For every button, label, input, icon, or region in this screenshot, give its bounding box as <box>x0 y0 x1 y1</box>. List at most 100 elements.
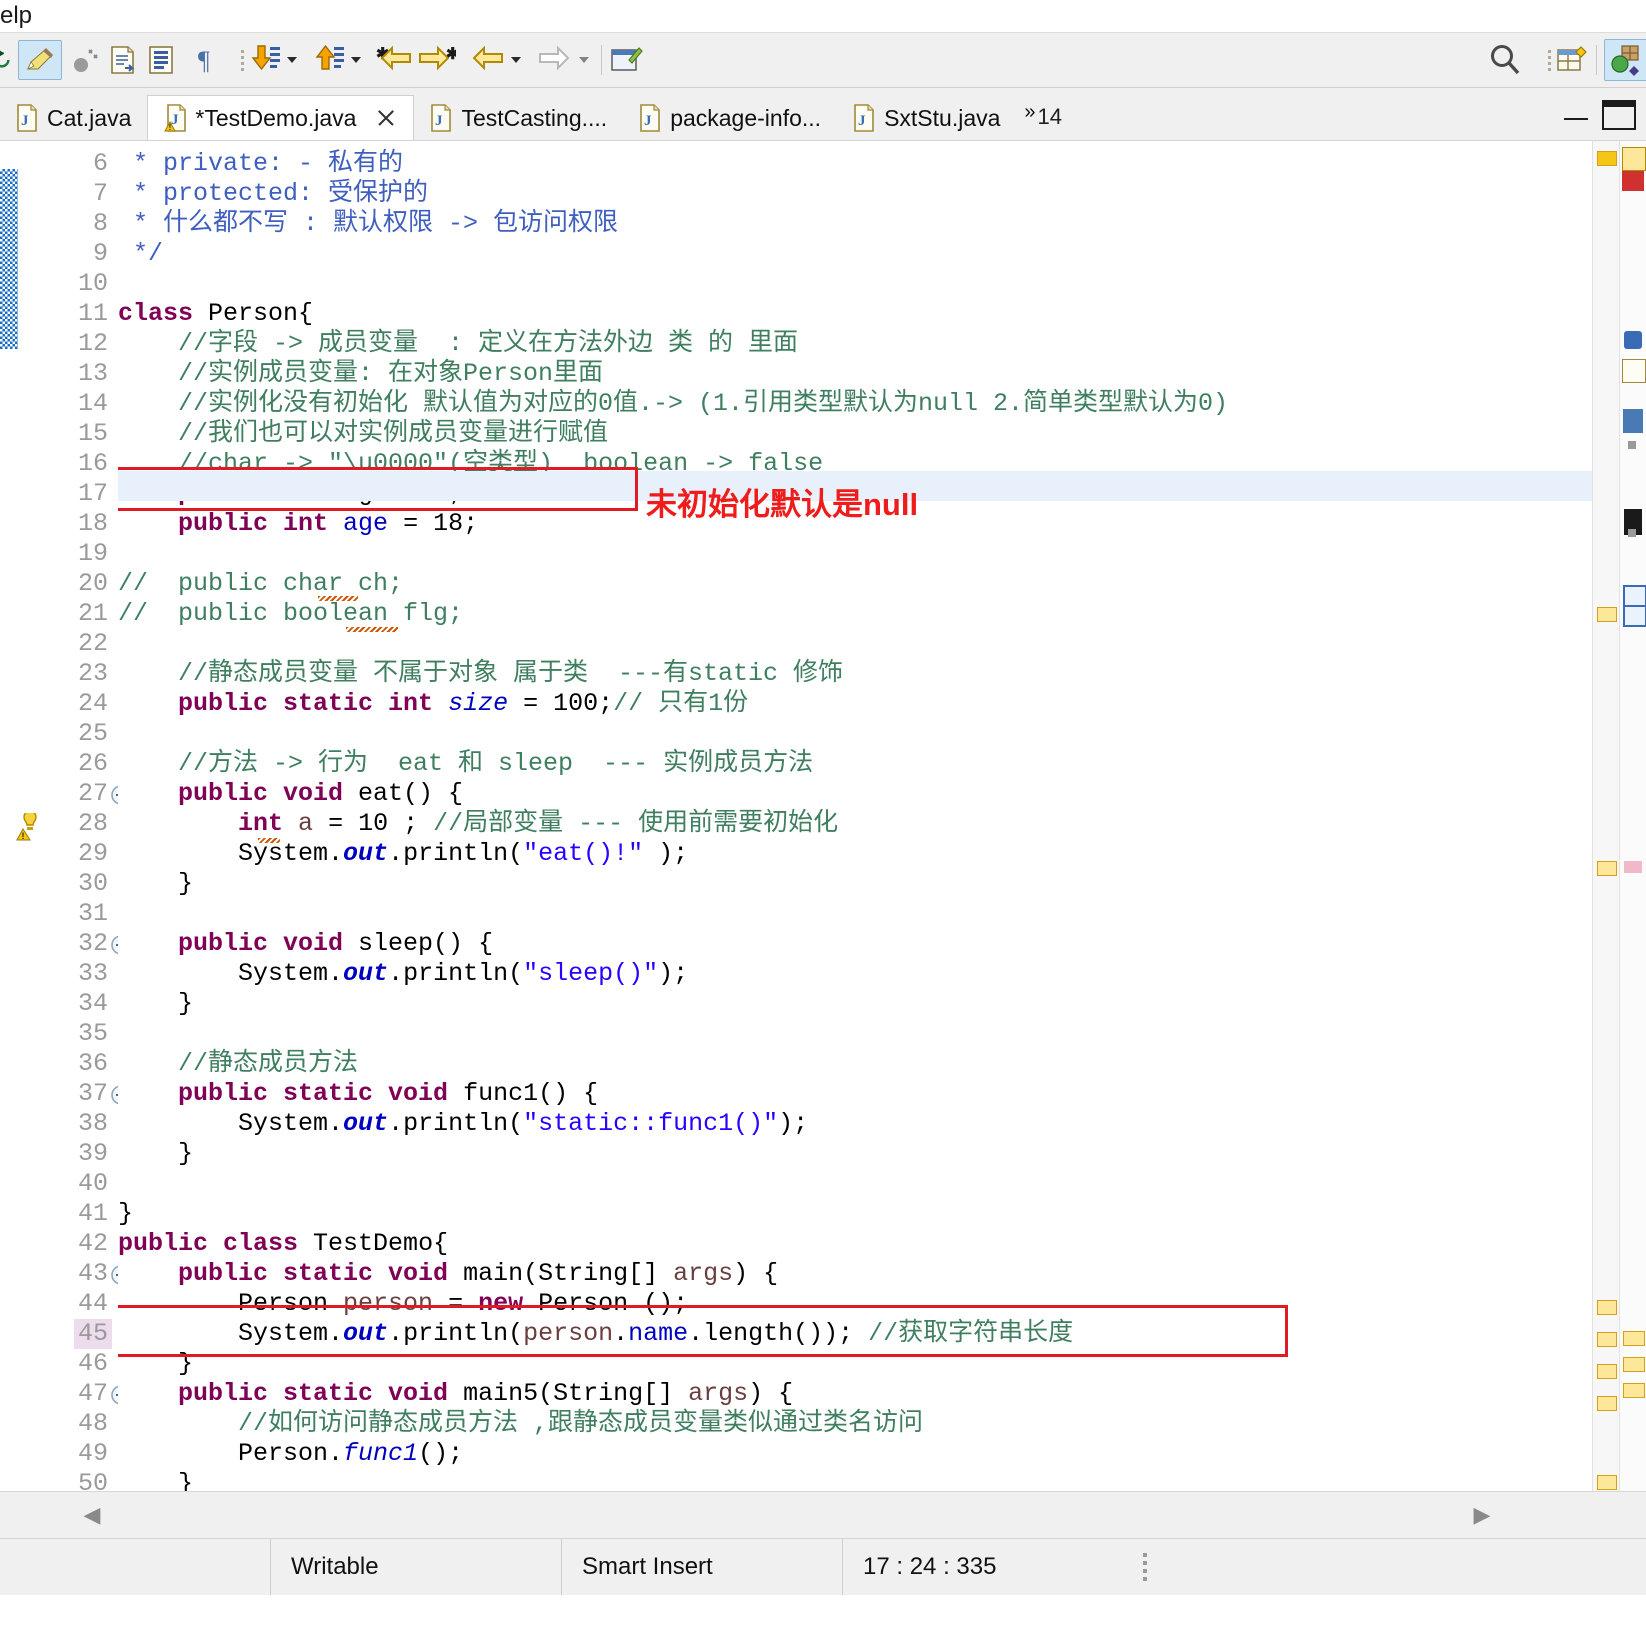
error-marker-icon[interactable] <box>1622 147 1646 171</box>
pink-marker-icon[interactable] <box>1624 861 1642 873</box>
code-line[interactable]: } <box>118 869 193 899</box>
code-line[interactable]: public void eat() { <box>118 779 463 809</box>
blue-marker-icon-2[interactable] <box>1623 605 1646 627</box>
editor-tab-testdemo-java[interactable]: J ! *TestDemo.java <box>147 95 414 140</box>
blue-marker-icon[interactable] <box>1623 585 1646 607</box>
pilcrow-icon[interactable]: ¶ <box>190 40 224 80</box>
back-dropdown-icon[interactable] <box>506 40 526 80</box>
quickfix-warning-icon[interactable]: ! <box>16 813 50 843</box>
code-editor[interactable]: * private: - 私有的 * protected: 受保护的 * 什么都… <box>118 141 1592 1491</box>
code-token <box>118 1379 178 1408</box>
code-token: * 什么都不写 : 默认权限 -> 包访问权限 <box>118 209 618 238</box>
code-line[interactable]: } <box>118 1139 193 1169</box>
next-annotation-icon[interactable] <box>248 40 282 80</box>
forward-dropdown-icon[interactable] <box>574 40 594 80</box>
overview-marker[interactable] <box>1597 1396 1617 1411</box>
code-line[interactable]: } <box>118 1199 133 1229</box>
code-line[interactable]: //实例化没有初始化 默认值为对应的0值.-> (1.引用类型默认为null 2… <box>118 389 1228 419</box>
code-line[interactable]: // public boolean flg; <box>118 599 463 629</box>
open-type-icon[interactable] <box>144 40 178 80</box>
overview-marker[interactable] <box>1597 1475 1617 1490</box>
java-file-icon: J <box>639 104 661 132</box>
scroll-right-arrow-icon[interactable]: ▶ <box>1468 1502 1496 1528</box>
code-line[interactable]: //静态成员方法 <box>118 1049 358 1079</box>
next-annotation-dropdown-icon[interactable] <box>282 40 302 80</box>
code-line[interactable]: public int age = 18; <box>118 509 478 539</box>
code-line[interactable]: //静态成员变量 不属于对象 属于类 ---有static 修饰 <box>118 659 843 689</box>
scroll-left-arrow-icon[interactable]: ◀ <box>78 1502 106 1528</box>
search-icon[interactable] <box>1487 40 1523 80</box>
doc-marker-icon[interactable] <box>1623 409 1643 433</box>
code-line[interactable]: //如何访问静态成员方法 ,跟静态成员变量类似通过类名访问 <box>118 1409 923 1439</box>
overview-marker[interactable] <box>1597 151 1617 166</box>
code-line[interactable]: System.out.println("sleep()"); <box>118 959 688 989</box>
previous-annotation-dropdown-icon[interactable] <box>346 40 366 80</box>
back-icon[interactable] <box>468 40 506 80</box>
new-java-package-icon[interactable] <box>106 40 140 80</box>
code-line[interactable]: public static int size = 100;// 只有1份 <box>118 689 748 719</box>
editor-tab-sxtstu-java[interactable]: J SxtStu.java <box>837 96 1016 140</box>
error-sigma-icon[interactable] <box>1622 171 1644 191</box>
line-number: 33 <box>78 959 108 989</box>
horizontal-scroll-track[interactable] <box>106 1492 1468 1538</box>
code-line[interactable]: System.out.println("eat()!" ); <box>118 839 688 869</box>
code-line[interactable]: //实例成员变量: 在对象Person里面 <box>118 359 603 389</box>
code-line[interactable]: //我们也可以对实例成员变量进行赋值 <box>118 419 608 449</box>
yellow-marker-icon-2[interactable] <box>1623 1357 1645 1372</box>
maximize-icon[interactable] <box>1602 100 1636 130</box>
code-line[interactable]: */ <box>118 239 163 269</box>
code-line[interactable]: * protected: 受保护的 <box>118 179 428 209</box>
forward-icon[interactable] <box>536 40 574 80</box>
status-drag-handle[interactable] <box>1143 1553 1149 1581</box>
last-edit-location-icon[interactable]: ✱ <box>376 40 416 80</box>
yellow-marker-icon[interactable] <box>1623 1331 1645 1346</box>
code-line[interactable]: // public char ch; <box>118 569 403 599</box>
add-marker-icon[interactable] <box>1622 359 1646 383</box>
code-line[interactable]: class Person{ <box>118 299 313 329</box>
annotation-gutter[interactable]: ! <box>18 141 48 1491</box>
editor-tab-package-info[interactable]: J package-info... <box>623 96 837 140</box>
perspective-drag-handle[interactable] <box>1545 45 1553 75</box>
minimize-icon[interactable] <box>1564 110 1588 120</box>
editor-tab-cat-java[interactable]: J Cat.java <box>0 96 147 140</box>
next-edit-location-icon[interactable]: ✱ <box>416 40 456 80</box>
code-token: public static void <box>178 1259 463 1288</box>
close-icon[interactable] <box>375 107 397 129</box>
info-marker-icon[interactable] <box>1624 331 1642 349</box>
new-window-icon[interactable] <box>609 40 643 80</box>
code-line[interactable]: public class TestDemo{ <box>118 1229 448 1259</box>
editor-tab-testcasting-java[interactable]: J TestCasting.... <box>414 96 623 140</box>
code-line[interactable]: //方法 -> 行为 eat 和 sleep --- 实例成员方法 <box>118 749 813 779</box>
overview-marker[interactable] <box>1597 1300 1617 1315</box>
overview-marker[interactable] <box>1597 1364 1617 1379</box>
menu-item-help[interactable]: elp <box>0 2 32 30</box>
overview-marker[interactable] <box>1597 607 1617 622</box>
open-perspective-icon[interactable] <box>1555 40 1589 80</box>
code-token: = 18; <box>388 509 478 538</box>
code-line[interactable]: //字段 -> 成员变量 : 定义在方法外边 类 的 里面 <box>118 329 798 359</box>
skip-breakpoints-icon[interactable] <box>68 40 102 80</box>
overview-ruler[interactable] <box>1592 141 1619 1491</box>
refresh-icon[interactable] <box>0 40 10 80</box>
yellow-marker-icon-3[interactable] <box>1623 1383 1645 1398</box>
code-line[interactable]: * 什么都不写 : 默认权限 -> 包访问权限 <box>118 209 618 239</box>
code-line[interactable]: public static void func1() { <box>118 1079 598 1109</box>
code-line[interactable]: System.out.println("static::func1()"); <box>118 1109 808 1139</box>
code-line[interactable]: Person.func1(); <box>118 1439 463 1469</box>
code-line[interactable]: public void sleep() { <box>118 929 493 959</box>
code-line[interactable]: public static void main(String[] args) { <box>118 1259 778 1289</box>
previous-annotation-icon[interactable] <box>312 40 346 80</box>
code-token: } <box>118 869 193 898</box>
code-line[interactable]: } <box>118 1469 193 1491</box>
overview-marker[interactable] <box>1597 1332 1617 1347</box>
toolbar-drag-handle[interactable] <box>238 45 246 75</box>
code-line[interactable]: * private: - 私有的 <box>118 149 403 179</box>
code-line[interactable]: public static void main5(String[] args) … <box>118 1379 793 1409</box>
toggle-mark-occurrences-icon[interactable] <box>18 40 62 80</box>
tab-overflow-button[interactable]: » 14 <box>1016 104 1070 140</box>
code-line[interactable]: int a = 10 ; //局部变量 --- 使用前需要初始化 <box>118 809 838 839</box>
editor-horizontal-scrollbar[interactable]: ◀ ▶ <box>0 1491 1646 1538</box>
overview-marker[interactable] <box>1597 861 1617 876</box>
code-line[interactable]: } <box>118 989 193 1019</box>
java-perspective-icon[interactable] <box>1604 39 1646 81</box>
